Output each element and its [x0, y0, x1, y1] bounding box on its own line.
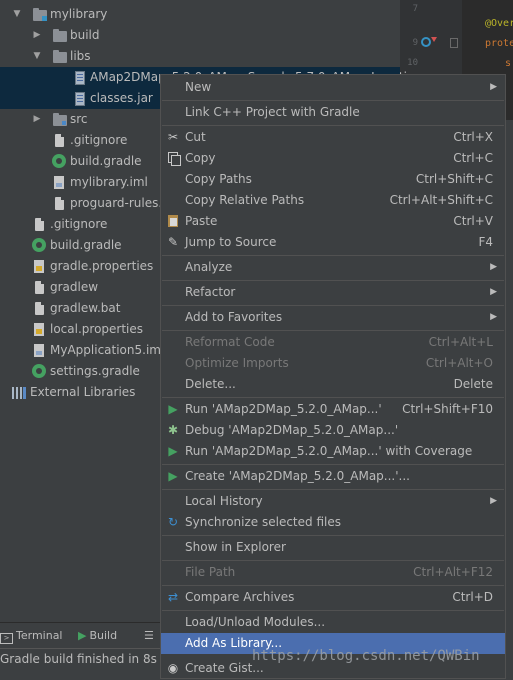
compare-icon: ⇄: [167, 590, 179, 604]
menu-item-copy-relative-paths[interactable]: Copy Relative Paths Ctrl+Alt+Shift+C: [161, 190, 505, 211]
menu-separator: [162, 100, 504, 101]
menu-item-refactor[interactable]: Refactor ▶: [161, 282, 505, 303]
menu-item-file-path[interactable]: File Path Ctrl+Alt+F12: [161, 562, 505, 583]
menu-separator: [162, 125, 504, 126]
menu-separator: [162, 535, 504, 536]
expanded-arrow-icon[interactable]: ▼: [32, 46, 42, 67]
iml-file-icon: [54, 176, 64, 189]
menu-separator: [162, 585, 504, 586]
menu-item-delete[interactable]: Delete... Delete: [161, 374, 505, 395]
submenu-arrow-icon: ▶: [490, 312, 497, 322]
menu-separator: [162, 464, 504, 465]
submenu-arrow-icon: ▶: [490, 287, 497, 297]
menu-item-run-with-coverage[interactable]: ▶ Run 'AMap2DMap_5.2.0_AMap...' with Cov…: [161, 441, 505, 462]
scissors-icon: ✂: [167, 130, 179, 144]
copy-icon: [166, 151, 181, 166]
status-bar: Gradle build finished in 8s 9: [0, 648, 168, 680]
menu-item-compare-archives[interactable]: ⇄ Compare Archives Ctrl+D: [161, 587, 505, 608]
debug-bug-icon: ✱: [167, 423, 179, 437]
tab-build[interactable]: ▶ Build: [78, 627, 117, 645]
tree-item-mylibrary[interactable]: ▼ mylibrary: [0, 4, 400, 25]
menu-separator: [162, 489, 504, 490]
external-libraries-icon: [12, 387, 26, 399]
clipboard-icon: [166, 214, 180, 228]
tree-item-build[interactable]: ▶ build: [0, 25, 400, 46]
build-icon: ▶: [78, 629, 87, 642]
menu-item-cut[interactable]: ✂ Cut Ctrl+X: [161, 127, 505, 148]
menu-item-jump-to-source[interactable]: ✎ Jump to Source F4: [161, 232, 505, 253]
gradle-icon: [52, 154, 66, 168]
text-file-icon: [35, 302, 44, 315]
run-icon: ▶: [168, 402, 178, 416]
menu-separator: [162, 610, 504, 611]
source-folder-icon: [53, 113, 67, 126]
line-number: 7: [412, 4, 418, 14]
run-config-icon: ▶: [168, 469, 178, 483]
terminal-icon: >: [0, 633, 13, 644]
edit-pencil-icon: ✎: [167, 235, 179, 249]
properties-file-icon: [34, 323, 44, 336]
menu-item-paste[interactable]: Paste Ctrl+V: [161, 211, 505, 232]
menu-item-copy-paths[interactable]: Copy Paths Ctrl+Shift+C: [161, 169, 505, 190]
menu-separator: [162, 280, 504, 281]
text-file-icon: [35, 281, 44, 294]
fold-marker-icon[interactable]: [450, 38, 458, 48]
collapsed-arrow-icon[interactable]: ▶: [32, 109, 42, 130]
jar-icon: [75, 92, 85, 106]
text-file-icon: [55, 134, 64, 147]
override-gutter-icon[interactable]: [421, 37, 431, 47]
context-menu: New ▶ Link C++ Project with Gradle ✂ Cut…: [160, 74, 506, 679]
menu-item-create-config[interactable]: ▶ Create 'AMap2DMap_5.2.0_AMap...'...: [161, 466, 505, 487]
menu-separator: [162, 255, 504, 256]
folder-icon: [53, 29, 67, 42]
iml-file-icon: [34, 344, 44, 357]
menu-separator: [162, 305, 504, 306]
code-text: s: [505, 58, 512, 69]
menu-item-show-in-explorer[interactable]: Show in Explorer: [161, 537, 505, 558]
menu-item-analyze[interactable]: Analyze ▶: [161, 257, 505, 278]
tree-item-libs[interactable]: ▼ libs: [0, 46, 400, 67]
annotation-text: @Over: [485, 18, 513, 29]
collapsed-arrow-icon[interactable]: ▶: [32, 25, 42, 46]
submenu-arrow-icon: ▶: [490, 262, 497, 272]
menu-item-local-history[interactable]: Local History ▶: [161, 491, 505, 512]
expanded-arrow-icon[interactable]: ▼: [12, 4, 22, 25]
text-file-icon: [55, 197, 64, 210]
menu-item-add-to-favorites[interactable]: Add to Favorites ▶: [161, 307, 505, 328]
coverage-icon: ▶: [168, 444, 178, 458]
status-message: Gradle build finished in 8s 9: [0, 652, 169, 666]
gradle-icon: [32, 364, 46, 378]
module-folder-icon: [33, 8, 47, 21]
jar-icon: [75, 71, 85, 85]
menu-item-run[interactable]: ▶ Run 'AMap2DMap_5.2.0_AMap...' Ctrl+Shi…: [161, 399, 505, 420]
tab-terminal[interactable]: > Terminal: [0, 627, 63, 645]
implements-arrow-icon: [431, 37, 437, 42]
watermark: https://blog.csdn.net/QWBin: [252, 648, 480, 664]
menu-icon[interactable]: ☰: [144, 627, 154, 645]
menu-item-link-cpp[interactable]: Link C++ Project with Gradle: [161, 102, 505, 123]
menu-separator: [162, 397, 504, 398]
menu-item-load-unload-modules[interactable]: Load/Unload Modules...: [161, 612, 505, 633]
sync-icon: ↻: [167, 515, 179, 529]
tool-window-bar: > Terminal ▶ Build ☰: [0, 622, 160, 649]
menu-separator: [162, 560, 504, 561]
gradle-icon: [32, 238, 46, 252]
submenu-arrow-icon: ▶: [490, 82, 497, 92]
menu-item-reformat-code[interactable]: Reformat Code Ctrl+Alt+L: [161, 332, 505, 353]
github-icon: ◉: [167, 661, 179, 675]
properties-file-icon: [34, 260, 44, 273]
menu-item-new[interactable]: New ▶: [161, 77, 505, 98]
line-number: 9: [412, 38, 418, 48]
folder-icon: [53, 50, 67, 63]
menu-separator: [162, 330, 504, 331]
text-file-icon: [35, 218, 44, 231]
keyword-text: prote: [485, 38, 513, 49]
menu-item-optimize-imports[interactable]: Optimize Imports Ctrl+Alt+O: [161, 353, 505, 374]
menu-item-copy[interactable]: Copy Ctrl+C: [161, 148, 505, 169]
submenu-arrow-icon: ▶: [490, 496, 497, 506]
menu-item-synchronize[interactable]: ↻ Synchronize selected files: [161, 512, 505, 533]
menu-item-debug[interactable]: ✱ Debug 'AMap2DMap_5.2.0_AMap...': [161, 420, 505, 441]
